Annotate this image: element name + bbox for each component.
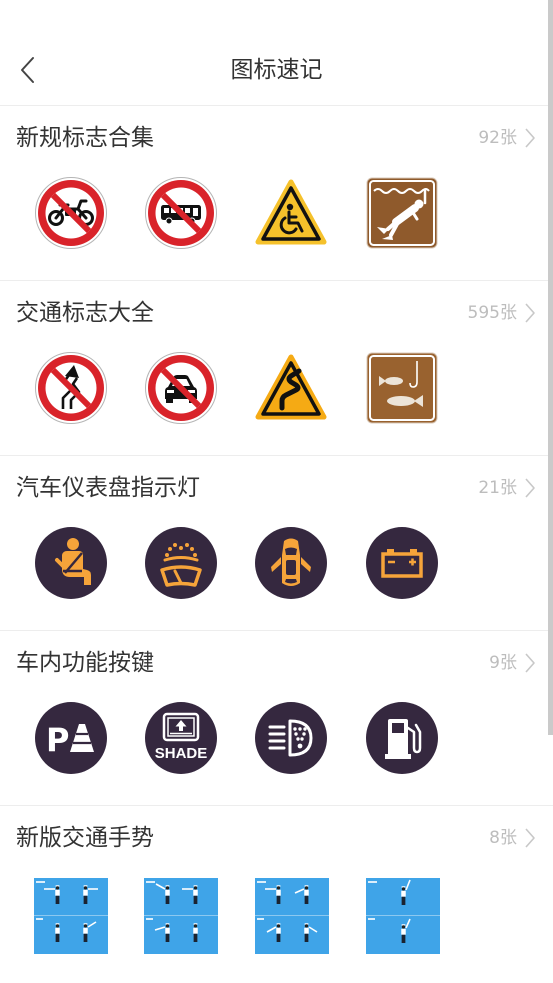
fuel-door-button-icon[interactable] <box>366 702 438 774</box>
parking-p-glyph: P <box>46 721 69 759</box>
section-traffic-gestures: 新版交通手势 8张 <box>0 806 553 983</box>
traffic-gesture-thumbnail-4[interactable] <box>366 878 440 954</box>
chevron-right-icon <box>525 478 535 498</box>
chevron-right-icon <box>525 303 535 323</box>
chevron-right-icon <box>525 828 535 848</box>
washer-fluid-icon[interactable] <box>145 527 217 599</box>
no-motor-vehicle-sign-icon[interactable] <box>145 352 217 424</box>
page-title: 图标速记 <box>230 57 323 83</box>
chevron-right-icon <box>525 653 535 673</box>
section-header[interactable]: 交通标志大全 595张 <box>0 281 553 345</box>
section-title: 车内功能按键 <box>16 650 154 676</box>
no-electric-bike-sign-icon[interactable] <box>35 177 107 249</box>
more-link[interactable]: 92张 <box>478 125 536 151</box>
shade-label: SHADE <box>155 745 208 762</box>
traffic-gesture-thumbnail-1[interactable] <box>34 878 108 954</box>
section-cabin-buttons: 车内功能按键 9张 P SHADE <box>0 631 553 806</box>
fishing-sign-icon[interactable] <box>366 352 438 424</box>
no-bus-sign-icon[interactable] <box>145 177 217 249</box>
section-title: 新版交通手势 <box>16 825 154 851</box>
section-header[interactable]: 汽车仪表盘指示灯 21张 <box>0 456 553 520</box>
section-header[interactable]: 新规标志合集 92张 <box>0 106 553 170</box>
seatbelt-warning-icon[interactable] <box>35 527 107 599</box>
headlight-leveling-button-icon[interactable] <box>255 702 327 774</box>
item-count: 92张 <box>478 128 517 148</box>
more-link[interactable]: 21张 <box>478 475 536 501</box>
section-header[interactable]: 车内功能按键 9张 <box>0 631 553 695</box>
scuba-diving-sign-icon[interactable] <box>366 177 438 249</box>
winding-road-warning-sign-icon[interactable] <box>255 352 327 424</box>
sunshade-button-icon[interactable]: SHADE <box>145 702 217 774</box>
section-new-signs: 新规标志合集 92张 <box>0 106 553 281</box>
section-traffic-signs: 交通标志大全 595张 <box>0 281 553 456</box>
wheelchair-warning-sign-icon[interactable] <box>255 177 327 249</box>
traffic-gesture-thumbnail-3[interactable] <box>255 878 329 954</box>
more-link[interactable]: 8张 <box>489 825 536 851</box>
scrollbar-thumb[interactable] <box>548 0 553 735</box>
section-dashboard-lights: 汽车仪表盘指示灯 21张 <box>0 456 553 631</box>
more-link[interactable]: 9张 <box>489 650 536 676</box>
no-winding-arrow-sign-icon[interactable] <box>35 352 107 424</box>
section-title: 新规标志合集 <box>16 125 154 151</box>
nav-bar: 图标速记 <box>0 0 553 106</box>
item-count: 8张 <box>489 828 517 848</box>
door-open-icon[interactable] <box>255 527 327 599</box>
section-title: 汽车仪表盘指示灯 <box>16 475 200 501</box>
parking-sensor-button-icon[interactable]: P <box>35 702 107 774</box>
item-count: 21张 <box>478 478 517 498</box>
battery-warning-icon[interactable] <box>366 527 438 599</box>
item-count: 595张 <box>467 303 517 323</box>
traffic-gesture-thumbnail-2[interactable] <box>144 878 218 954</box>
chevron-right-icon <box>525 128 535 148</box>
section-header[interactable]: 新版交通手势 8张 <box>0 806 553 870</box>
section-title: 交通标志大全 <box>16 300 154 326</box>
more-link[interactable]: 595张 <box>468 300 536 326</box>
item-count: 9张 <box>489 653 517 673</box>
